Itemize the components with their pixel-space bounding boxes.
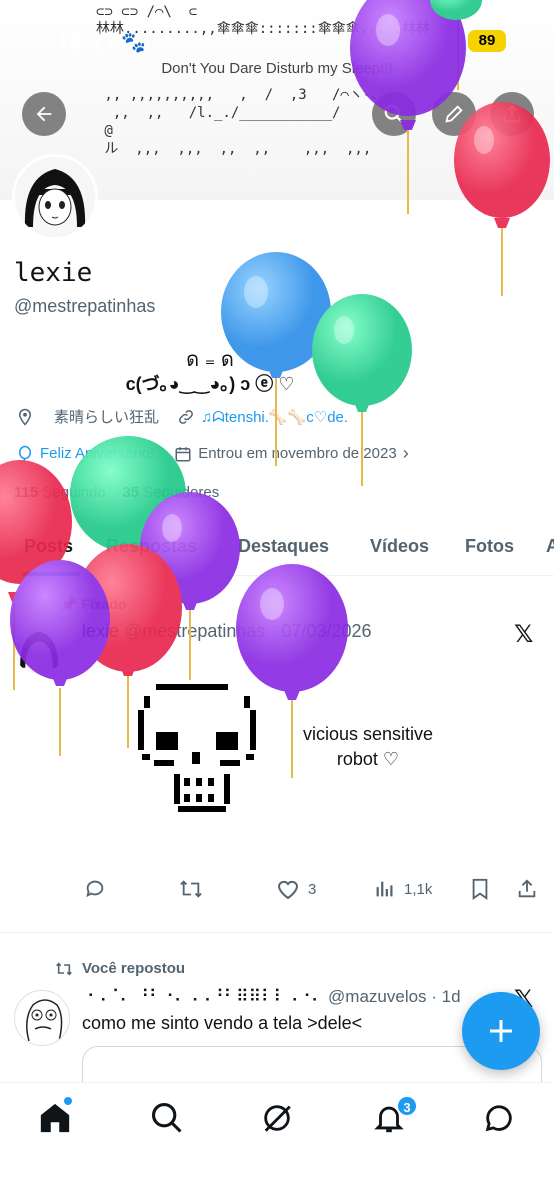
link-icon <box>179 409 193 424</box>
post-avatar[interactable] <box>14 624 64 674</box>
post-author-handle[interactable]: @mestrepatinhas <box>124 621 265 641</box>
comment-icon <box>86 880 104 898</box>
pinned-label: 📌 Fixado <box>60 596 127 612</box>
wifi-icon <box>432 31 456 49</box>
joined-item[interactable]: Entrou em novembro de 2023 › <box>174 443 409 464</box>
compose-button[interactable] <box>462 992 540 1070</box>
repost-header: ⠐⠠⠈⠄ ⠘⠃⠐⠄⠠⠠⠘⠃⠿⠿⠇⠇⠠⠐⠄ @mazuvelos · 1d <box>82 987 461 1007</box>
post-header: lexie @mestrepatinhas · 07/03/2026 <box>82 621 372 642</box>
like-button[interactable]: 3 <box>276 878 316 900</box>
view-count: 1,1k <box>404 880 433 898</box>
search-icon[interactable] <box>150 1101 184 1135</box>
post-text: vicious sensitive robot ♡ <box>302 724 434 769</box>
chevron-right-icon: › <box>402 443 409 463</box>
bio-line-2: c(づ｡◕‿‿◕｡) ↄ ⓔ ♡ <box>125 374 295 394</box>
battery-indicator: 89 <box>468 30 506 52</box>
share-post-button[interactable] <box>516 878 538 900</box>
search-icon <box>384 104 404 124</box>
like-count: 3 <box>308 880 317 898</box>
heart-icon <box>277 880 299 900</box>
profile-tabs: Posts Respostas Destaques Vídeos Fotos A <box>0 528 554 576</box>
pencil-icon <box>445 105 463 123</box>
post-author-name[interactable]: lexie <box>82 621 119 641</box>
post-divider <box>0 932 554 933</box>
profile-avatar[interactable] <box>12 154 98 240</box>
home-icon[interactable] <box>38 1101 72 1135</box>
post-actions: 3 1,1k <box>0 878 554 912</box>
status-bar: 12:17 🐾 89 <box>0 0 554 84</box>
arrow-left-icon <box>36 106 52 122</box>
profile-link[interactable]: ♫ᗣtenshi.🦴🦴c♡de. <box>201 408 348 426</box>
location-item: 素晴らしい狂乱 <box>16 406 159 427</box>
display-name: lexie <box>14 258 93 288</box>
repost-date: · 1d <box>431 987 461 1006</box>
share-button[interactable] <box>490 92 534 136</box>
share-icon <box>503 104 521 123</box>
plus-icon <box>490 1020 512 1042</box>
repost-icon <box>56 962 72 975</box>
tab-posts[interactable]: Posts <box>24 536 73 557</box>
views-button[interactable]: 1,1k <box>374 878 432 900</box>
repost-author-avatar[interactable] <box>14 990 70 1046</box>
search-button[interactable] <box>372 92 416 136</box>
messages-icon[interactable] <box>482 1101 516 1135</box>
birthday-item[interactable]: Feliz Aniversário! <box>16 445 154 463</box>
tab-videos[interactable]: Vídeos <box>370 536 429 557</box>
post-date: · 07/03/2026 <box>270 621 372 641</box>
repost-icon <box>180 880 202 898</box>
pin-icon: 📌 <box>60 596 78 612</box>
avatar-illustration <box>15 157 95 237</box>
tab-highlights[interactable]: Destaques <box>238 536 329 557</box>
back-button[interactable] <box>22 92 66 136</box>
following-link[interactable]: 115 Seguindo <box>14 484 106 501</box>
x-logo-icon: 𝕏 <box>514 621 534 648</box>
bookmark-button[interactable] <box>470 878 490 900</box>
signal-icon <box>398 34 420 50</box>
profile-meta-row-2: Feliz Aniversário! Entrou em novembro de… <box>16 443 409 464</box>
repost-label: Você repostou <box>54 960 185 977</box>
repost-author-handle[interactable]: @mazuvelos <box>328 987 427 1006</box>
location-text: 素晴らしい狂乱 <box>54 409 160 426</box>
repost-button[interactable] <box>178 878 204 900</box>
profile-link-item[interactable]: ♫ᗣtenshi.🦴🦴c♡de. <box>177 408 348 426</box>
repost-text: como me sinto vendo a tela >dele< <box>82 1013 363 1033</box>
tab-more[interactable]: A <box>546 536 554 557</box>
repost-author-name[interactable]: ⠐⠠⠈⠄ ⠘⠃⠐⠄⠠⠠⠘⠃⠿⠿⠇⠇⠠⠐⠄ <box>82 987 323 1006</box>
meme-face-illustration <box>15 991 69 1045</box>
profile-meta-row-1: 素晴らしい狂乱 ♫ᗣtenshi.🦴🦴c♡de. <box>16 406 348 427</box>
pixel-skull-image <box>138 684 256 812</box>
birthday-text[interactable]: Feliz Aniversário! <box>40 445 154 462</box>
reply-button[interactable] <box>84 878 106 900</box>
location-pin-icon <box>18 408 32 426</box>
views-chart-icon <box>376 881 393 897</box>
bottom-navigation: 3 <box>0 1082 554 1200</box>
bookmark-icon <box>472 878 488 900</box>
tab-replies[interactable]: Respostas <box>106 536 197 557</box>
followers-link[interactable]: 35 Seguidores <box>122 484 219 501</box>
grok-icon[interactable] <box>260 1101 294 1135</box>
active-tab-indicator <box>22 572 80 576</box>
paw-icon: 🐾 <box>121 32 147 54</box>
tab-photos[interactable]: Fotos <box>465 536 514 557</box>
avatar-illustration <box>14 624 64 674</box>
follow-counts: 115 Seguindo 35 Seguidores <box>14 484 219 501</box>
profile-handle: @mestrepatinhas <box>14 296 156 316</box>
status-time: 12:17 🐾 <box>56 28 147 55</box>
share-icon <box>518 879 536 898</box>
notifications-badge: 3 <box>396 1095 418 1117</box>
joined-text: Entrou em novembro de 2023 <box>198 445 397 462</box>
edit-button[interactable] <box>432 92 476 136</box>
balloon-icon <box>19 445 31 462</box>
calendar-icon <box>175 446 191 461</box>
